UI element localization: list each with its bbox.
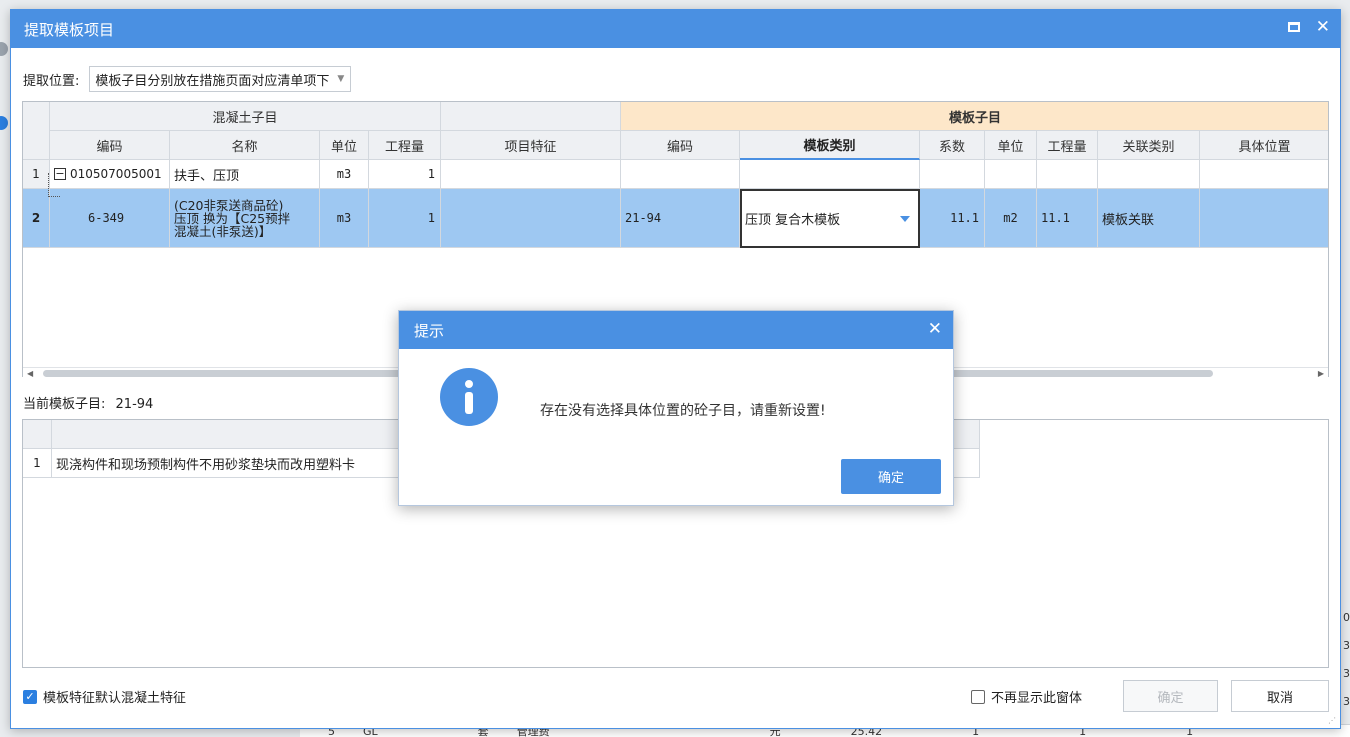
- info-icon: [440, 368, 498, 426]
- table-cell-location[interactable]: [1200, 160, 1328, 189]
- col-header-name[interactable]: 名称: [170, 131, 320, 160]
- table-cell-template-unit[interactable]: [985, 160, 1037, 189]
- grid-corner: [23, 420, 52, 449]
- col-header-template-category[interactable]: 模板类别: [740, 131, 920, 160]
- table-cell-qty[interactable]: 1: [369, 189, 441, 248]
- background-number: 3: [1343, 639, 1350, 652]
- col-header-feature[interactable]: 项目特征: [441, 131, 621, 160]
- dont-show-label: 不再显示此窗体: [991, 691, 1083, 706]
- alert-dialog: 提示 ✕ 存在没有选择具体位置的砼子目，请重新设置! 确定: [398, 310, 954, 506]
- close-icon[interactable]: ✕: [928, 321, 942, 338]
- cancel-button[interactable]: 取消: [1231, 680, 1329, 712]
- table-cell-template-unit[interactable]: m2: [985, 189, 1037, 248]
- dialog-title-bar[interactable]: 提取模板项目 ✕: [11, 10, 1340, 48]
- checkbox-checked-icon[interactable]: ✓: [23, 689, 37, 704]
- template-category-value: 压顶 复合木模板: [745, 213, 841, 228]
- extract-position-select[interactable]: 模板子目分别放在措施页面对应清单项下 ▼: [89, 66, 352, 92]
- confirm-button[interactable]: 确定: [1123, 680, 1218, 712]
- resize-grip-icon[interactable]: ⋰: [1328, 716, 1338, 726]
- name-line: 混凝土(非泵送)】: [174, 223, 272, 239]
- feature-group-header: [441, 102, 621, 131]
- alert-message: 存在没有选择具体位置的砼子目，请重新设置!: [540, 403, 826, 419]
- default-feature-checkbox[interactable]: ✓ 模板特征默认混凝土特征: [23, 687, 186, 706]
- maximize-icon[interactable]: [1287, 22, 1300, 32]
- checkbox-unchecked-icon[interactable]: [971, 689, 985, 704]
- row-number[interactable]: 2: [23, 189, 50, 248]
- table-cell-template-code[interactable]: [621, 160, 740, 189]
- table-cell-code[interactable]: 6-349: [50, 189, 170, 248]
- tree-connector: [48, 173, 60, 197]
- col-header-coefficient[interactable]: 系数: [920, 131, 985, 160]
- current-template-label: 当前模板子目: 21-94: [23, 393, 153, 412]
- default-feature-label: 模板特征默认混凝土特征: [43, 691, 187, 706]
- background-number: 3: [1343, 695, 1350, 708]
- col-header-template-unit[interactable]: 单位: [985, 131, 1037, 160]
- table-cell-template-category[interactable]: [740, 160, 920, 189]
- col-header-template-code[interactable]: 编码: [621, 131, 740, 160]
- col-header-template-qty[interactable]: 工程量: [1037, 131, 1098, 160]
- current-template-caption: 当前模板子目:: [23, 397, 106, 412]
- alert-ok-button[interactable]: 确定: [841, 459, 941, 494]
- chevron-down-icon: ▼: [337, 74, 345, 84]
- background-indicator: [0, 42, 8, 56]
- extract-position-label: 提取位置:: [23, 73, 80, 89]
- table-cell-qty[interactable]: 1: [369, 160, 441, 189]
- table-cell-template-qty[interactable]: 11.1: [1037, 189, 1098, 248]
- table-cell-name[interactable]: (C20非泵送商品砼) 压顶 换为【C25预拌 混凝土(非泵送)】: [170, 189, 320, 248]
- table-cell-feature[interactable]: [441, 160, 621, 189]
- table-cell-template-qty[interactable]: [1037, 160, 1098, 189]
- dropdown-arrow-icon[interactable]: [900, 215, 910, 222]
- table-cell-code[interactable]: − 010507005001: [50, 160, 170, 189]
- row-number[interactable]: 1: [23, 449, 52, 478]
- col-header-location[interactable]: 具体位置: [1200, 131, 1328, 160]
- code-text: 010507005001: [70, 167, 162, 181]
- col-header-code[interactable]: 编码: [50, 131, 170, 160]
- extract-position-value: 模板子目分别放在措施页面对应清单项下: [95, 73, 330, 89]
- table-cell-feature[interactable]: [441, 189, 621, 248]
- table-cell-coefficient[interactable]: 11.1: [920, 189, 985, 248]
- background-number: 3: [1343, 667, 1350, 680]
- table-cell-unit[interactable]: m3: [320, 189, 369, 248]
- table-cell-relation[interactable]: [1098, 160, 1200, 189]
- background-indicator: [0, 116, 8, 130]
- col-header-qty[interactable]: 工程量: [369, 131, 441, 160]
- template-group-header: 模板子目: [621, 102, 1328, 131]
- current-template-value: 21-94: [115, 397, 154, 412]
- background-number: 0: [1343, 611, 1350, 624]
- alert-title: 提示: [414, 321, 445, 340]
- grid-corner: [23, 102, 50, 160]
- scroll-right-icon[interactable]: ▶: [1318, 369, 1324, 378]
- dialog-title: 提取模板项目: [24, 20, 115, 39]
- dont-show-checkbox[interactable]: 不再显示此窗体: [971, 687, 1082, 706]
- concrete-group-header: 混凝土子目: [50, 102, 441, 131]
- table-cell-location[interactable]: [1200, 189, 1328, 248]
- col-header-relation[interactable]: 关联类别: [1098, 131, 1200, 160]
- template-category-dropdown[interactable]: 压顶 复合木模板: [740, 189, 920, 248]
- table-cell-template-code[interactable]: 21-94: [621, 189, 740, 248]
- name-line: (C20非泵送商品砼): [174, 197, 284, 213]
- alert-title-bar[interactable]: 提示 ✕: [399, 311, 953, 349]
- table-cell-unit[interactable]: m3: [320, 160, 369, 189]
- table-cell-coefficient[interactable]: [920, 160, 985, 189]
- row-number[interactable]: 1: [23, 160, 50, 189]
- name-line: 压顶 换为【C25预拌: [174, 210, 291, 226]
- close-icon[interactable]: ✕: [1316, 19, 1330, 36]
- table-cell-name[interactable]: 扶手、压顶: [170, 160, 320, 189]
- table-cell-relation[interactable]: 模板关联: [1098, 189, 1200, 248]
- col-header-unit[interactable]: 单位: [320, 131, 369, 160]
- scroll-left-icon[interactable]: ◀: [27, 369, 33, 378]
